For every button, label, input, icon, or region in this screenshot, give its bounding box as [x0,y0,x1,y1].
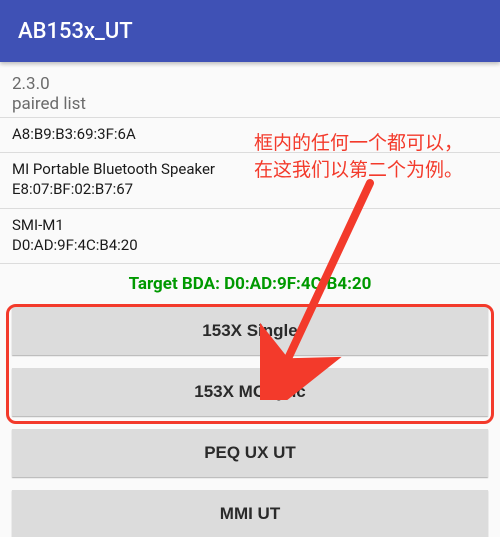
device-mac: E8:07:BF:02:B7:67 [12,179,488,199]
content-area: 2.3.0 paired list A8:B9:B3:69:3F:6A MI P… [0,62,500,537]
divider [0,263,500,264]
peq-ux-ut-button[interactable]: PEQ UX UT [12,429,488,477]
153x-mcsync-button[interactable]: 153X MCSync [12,368,488,416]
paired-list-label: paired list [12,95,488,115]
list-item[interactable]: A8:B9:B3:69:3F:6A [12,118,488,152]
device-name: SMI-M1 [12,215,488,235]
device-name: MI Portable Bluetooth Speaker [12,159,488,179]
list-item[interactable]: MI Portable Bluetooth Speaker E8:07:BF:0… [12,153,488,208]
device-name: A8:B9:B3:69:3F:6A [12,124,488,144]
app-bar: AB153x_UT [0,0,500,62]
mmi-ut-button[interactable]: MMI UT [12,490,488,537]
target-bda-label: Target BDA: D0:AD:9F:4C:B4:20 [12,274,488,294]
device-mac: D0:AD:9F:4C:B4:20 [12,235,488,255]
app-title: AB153x_UT [18,19,133,44]
list-item[interactable]: SMI-M1 D0:AD:9F:4C:B4:20 [12,209,488,264]
version-text: 2.3.0 [12,74,488,95]
153x-single-button[interactable]: 153X Single [12,307,488,355]
